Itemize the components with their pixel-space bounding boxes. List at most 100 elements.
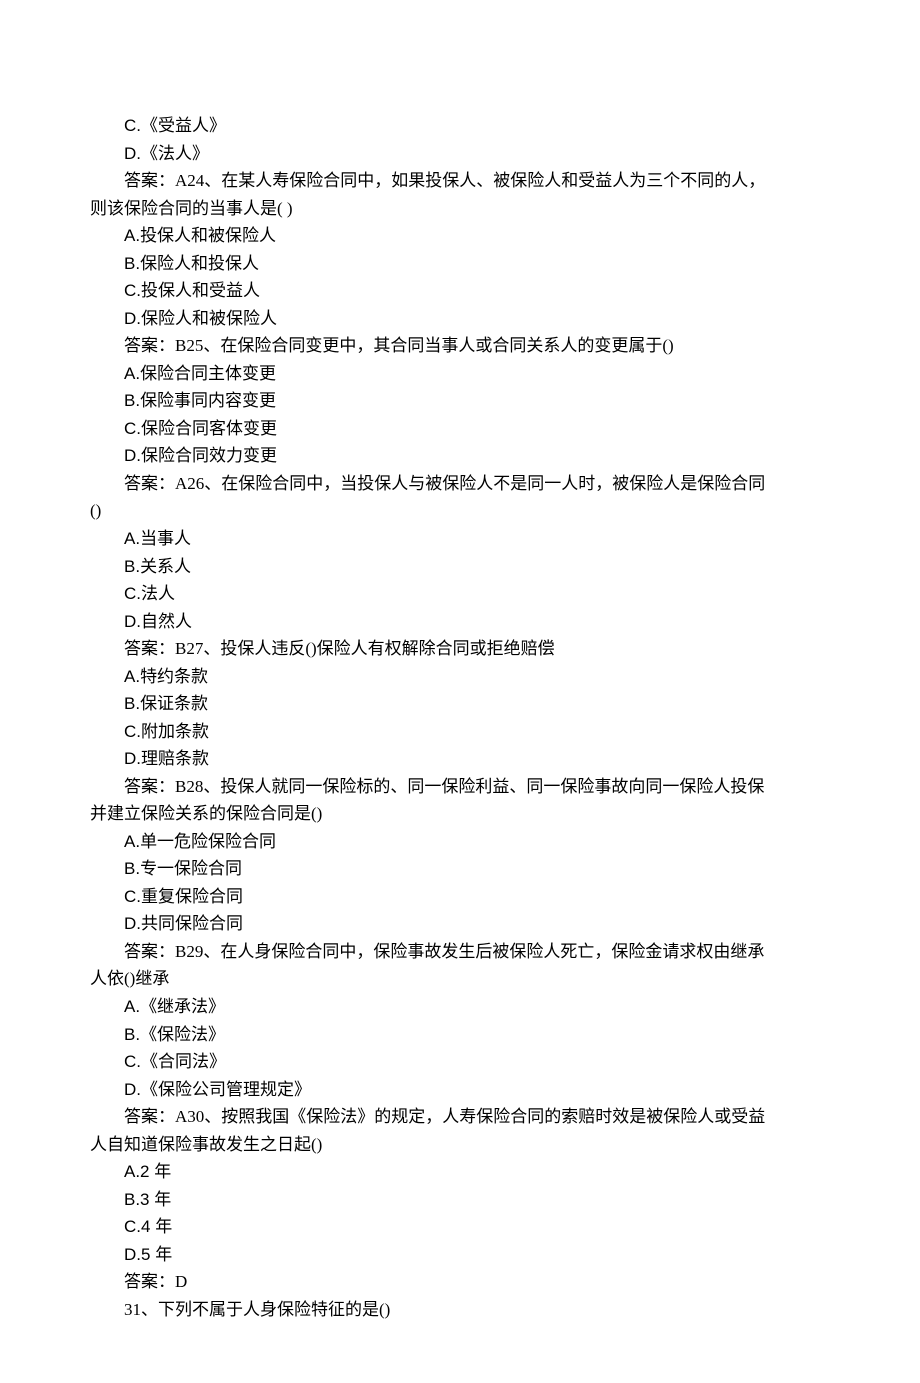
option-text: 年 [155,1245,172,1264]
option-text: 保证条款 [140,694,208,713]
text-line: 则该保险合同的当事人是( ) [90,195,830,223]
text-line: D.《保险公司管理规定》 [90,1076,830,1104]
text-line: C.4 年 [90,1213,830,1241]
text-line: 人依()继承 [90,965,830,993]
option-text: 关系人 [140,557,191,576]
text-line: C.投保人和受益人 [90,277,830,305]
option-text: 保险合同效力变更 [141,446,277,465]
option-prefix: A. [124,832,140,851]
option-prefix: C. [124,722,141,741]
option-prefix: A. [124,667,140,686]
option-text: 专一保险合同 [140,859,242,878]
text-line: () [90,497,830,525]
text-line: A.保险合同主体变更 [90,360,830,388]
option-text: 《保险法》 [140,1025,225,1044]
text-line: A.2 年 [90,1158,830,1186]
option-prefix: C. [124,887,141,906]
text-line: D.5 年 [90,1241,830,1269]
text-line: D.《法人》 [90,140,830,168]
option-text: 保险人和被保险人 [141,309,277,328]
text-line: 答案：B28、投保人就同一保险标的、同一保险利益、同一保险事故向同一保险人投保 [90,773,830,801]
option-text: 重复保险合同 [141,887,243,906]
text-line: B.关系人 [90,553,830,581]
option-text: 保险人和投保人 [140,254,259,273]
text-line: D.理赔条款 [90,745,830,773]
option-prefix: B. [124,1025,140,1044]
text-line: 答案：A26、在保险合同中，当投保人与被保险人不是同一人时，被保险人是保险合同 [90,470,830,498]
text-line: 并建立保险关系的保险合同是() [90,800,830,828]
text-line: B.保险事同内容变更 [90,387,830,415]
text-line: 答案：A30、按照我国《保险法》的规定，人寿保险合同的索赔时效是被保险人或受益 [90,1103,830,1131]
text-line: C.附加条款 [90,718,830,746]
document-page: C.《受益人》D.《法人》答案：A24、在某人寿保险合同中，如果投保人、被保险人… [0,0,920,1383]
option-prefix: B. [124,694,140,713]
option-text: 特约条款 [140,667,208,686]
option-text: 保险合同主体变更 [140,364,276,383]
option-text: 附加条款 [141,722,209,741]
option-text: 《受益人》 [141,116,226,135]
text-line: C.重复保险合同 [90,883,830,911]
option-prefix: B. [124,254,140,273]
option-text: 保险合同客体变更 [141,419,277,438]
option-text: 年 [154,1190,171,1209]
text-line: A.单一危险保险合同 [90,828,830,856]
option-prefix: D. [124,446,141,465]
option-text: 法人 [141,584,175,603]
text-line: A.《继承法》 [90,993,830,1021]
option-text: 自然人 [141,612,192,631]
text-line: B.保险人和投保人 [90,250,830,278]
option-prefix: D. [124,144,141,163]
option-prefix: A. [124,226,140,245]
option-prefix: D. [124,749,141,768]
text-line: B.保证条款 [90,690,830,718]
option-text: 共同保险合同 [141,914,243,933]
option-prefix: C. [124,1052,141,1071]
text-line: 答案：B25、在保险合同变更中，其合同当事人或合同关系人的变更属于() [90,332,830,360]
option-prefix: B. [124,859,140,878]
text-line: D.保险合同效力变更 [90,442,830,470]
option-prefix: D.5 [124,1245,155,1264]
option-prefix: C. [124,281,141,300]
option-prefix: B. [124,391,140,410]
text-line: 答案：A24、在某人寿保险合同中，如果投保人、被保险人和受益人为三个不同的人， [90,167,830,195]
option-text: 理赔条款 [141,749,209,768]
option-text: 年 [154,1162,171,1181]
option-prefix: D. [124,612,141,631]
text-line: 人自知道保险事故发生之日起() [90,1131,830,1159]
option-prefix: B.3 [124,1190,154,1209]
option-prefix: B. [124,557,140,576]
option-prefix: A.2 [124,1162,154,1181]
text-line: D.自然人 [90,608,830,636]
text-line: C.法人 [90,580,830,608]
option-text: 年 [155,1217,172,1236]
option-text: 当事人 [140,529,191,548]
option-text: 《合同法》 [141,1052,226,1071]
option-text: 《法人》 [141,144,209,163]
option-text: 单一危险保险合同 [140,832,276,851]
text-line: 答案：B29、在人身保险合同中，保险事故发生后被保险人死亡，保险金请求权由继承 [90,938,830,966]
text-line: A.当事人 [90,525,830,553]
text-line: C.《受益人》 [90,112,830,140]
option-text: 投保人和受益人 [141,281,260,300]
option-prefix: C. [124,419,141,438]
option-text: 《继承法》 [140,997,225,1016]
option-text: 《保险公司管理规定》 [141,1080,311,1099]
option-text: 投保人和被保险人 [140,226,276,245]
text-line: B.《保险法》 [90,1021,830,1049]
text-line: 答案：B27、投保人违反()保险人有权解除合同或拒绝赔偿 [90,635,830,663]
option-prefix: A. [124,364,140,383]
option-prefix: C. [124,584,141,603]
option-prefix: A. [124,997,140,1016]
option-prefix: C. [124,116,141,135]
text-line: A.投保人和被保险人 [90,222,830,250]
text-line: D.共同保险合同 [90,910,830,938]
text-line: B.专一保险合同 [90,855,830,883]
text-line: 答案：D [90,1268,830,1296]
text-line: A.特约条款 [90,663,830,691]
option-text: 保险事同内容变更 [140,391,276,410]
option-prefix: D. [124,1080,141,1099]
text-line: 31、下列不属于人身保险特征的是() [90,1296,830,1324]
option-prefix: D. [124,309,141,328]
text-line: D.保险人和被保险人 [90,305,830,333]
text-line: B.3 年 [90,1186,830,1214]
